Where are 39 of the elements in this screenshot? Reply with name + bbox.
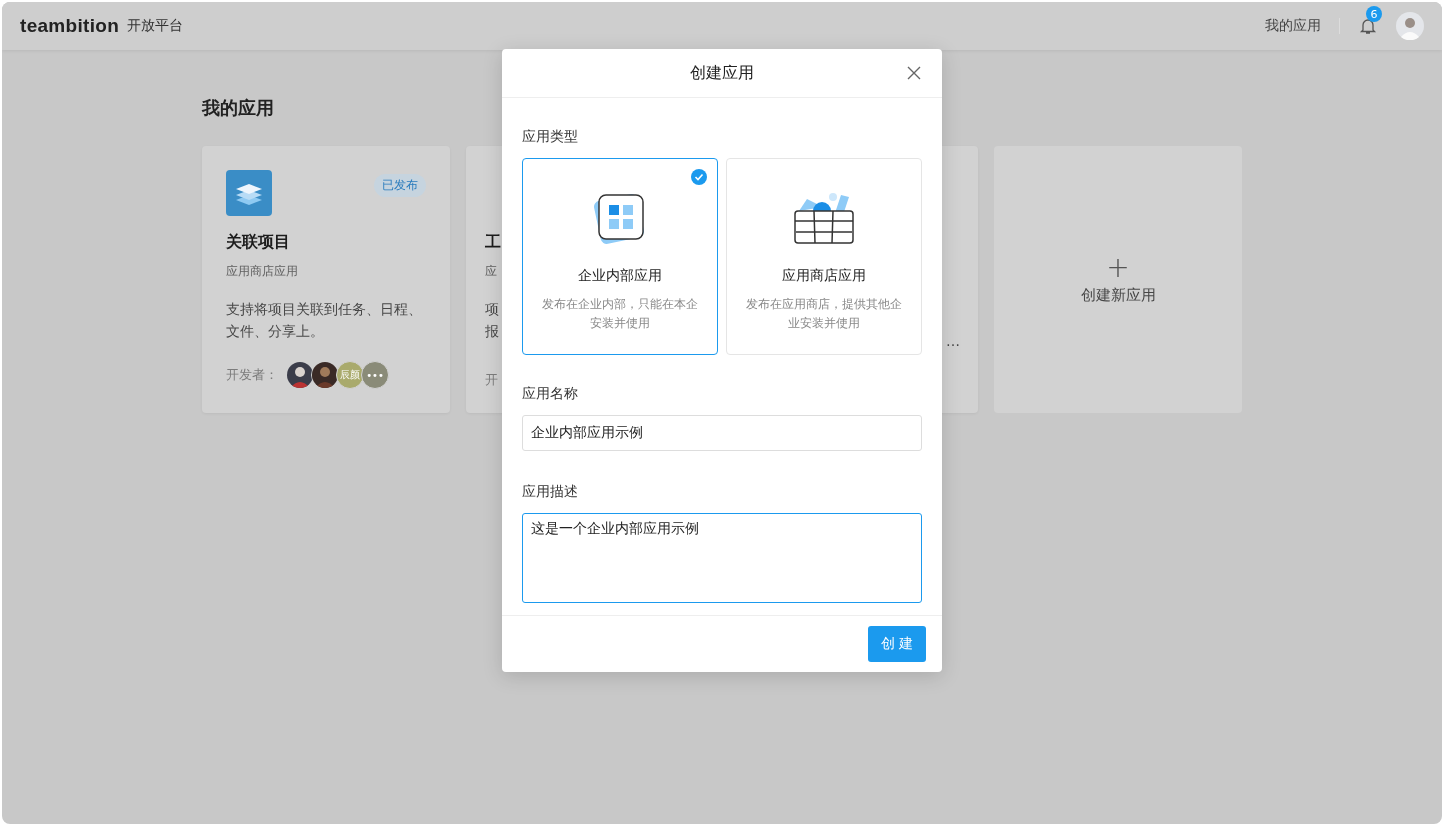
field-label: 应用类型 [522,128,579,146]
logo[interactable]: teambition [20,15,120,37]
status-badge: 已发布 [374,174,426,197]
layers-icon [226,170,272,216]
app-description: … [946,332,960,351]
app-title: 工 [485,232,501,253]
app-description: 支持将项目关联到任务、日程、文件、分享上。 [226,300,423,341]
developer-label: 开 [485,371,498,389]
option-description: 发布在企业内部，只能在本企安装并使用 [542,296,698,332]
dialog-title: 创建应用 [690,62,754,84]
option-description: 发布在应用商店，提供其他企业安装并使用 [746,296,902,332]
product-name: 开放平台 [127,17,184,35]
nav-link[interactable]: 我的应用 [1265,17,1321,35]
user-avatar[interactable] [1396,12,1424,40]
shopping-basket-icon [793,191,855,245]
page-title: 我的应用 [202,96,275,120]
option-title: 应用商店应用 [782,267,866,285]
app-type: 应用商店应用 [226,263,298,280]
app-type-option[interactable]: 应用商店应用 发布在应用商店，提供其他企业安装并使用 [726,158,922,355]
app-description: 报 [485,322,499,341]
developer-label: 开发者： [226,366,278,384]
app-description: 项 [485,300,499,319]
plus-icon: + [1106,254,1130,282]
check-icon [691,169,707,185]
avatar: 辰颜 [336,361,364,389]
field-label: 应用描述 [522,483,579,501]
create-app-card[interactable]: + 创建新应用 [994,146,1242,413]
avatar [311,361,339,389]
option-title: 企业内部应用 [578,267,662,285]
app-title: 关联项目 [226,232,290,253]
avatar [286,361,314,389]
field-label: 应用名称 [522,385,579,403]
notification-badge: 6 [1366,6,1382,22]
app-type-option[interactable]: 企业内部应用 发布在企业内部，只能在本企安装并使用 [522,158,718,355]
create-app-label: 创建新应用 [1080,286,1156,305]
app-name-field[interactable]: 企业内部应用示例 [522,415,922,451]
app-card[interactable]: 已发布 关联项目 应用商店应用 支持将项目关联到任务、日程、文件、分享上。 开发者： 辰颜 ••• [202,146,450,413]
app-description-field[interactable]: 这是一个企业内部应用示例 [522,513,922,603]
app-type: 应 [485,263,497,280]
